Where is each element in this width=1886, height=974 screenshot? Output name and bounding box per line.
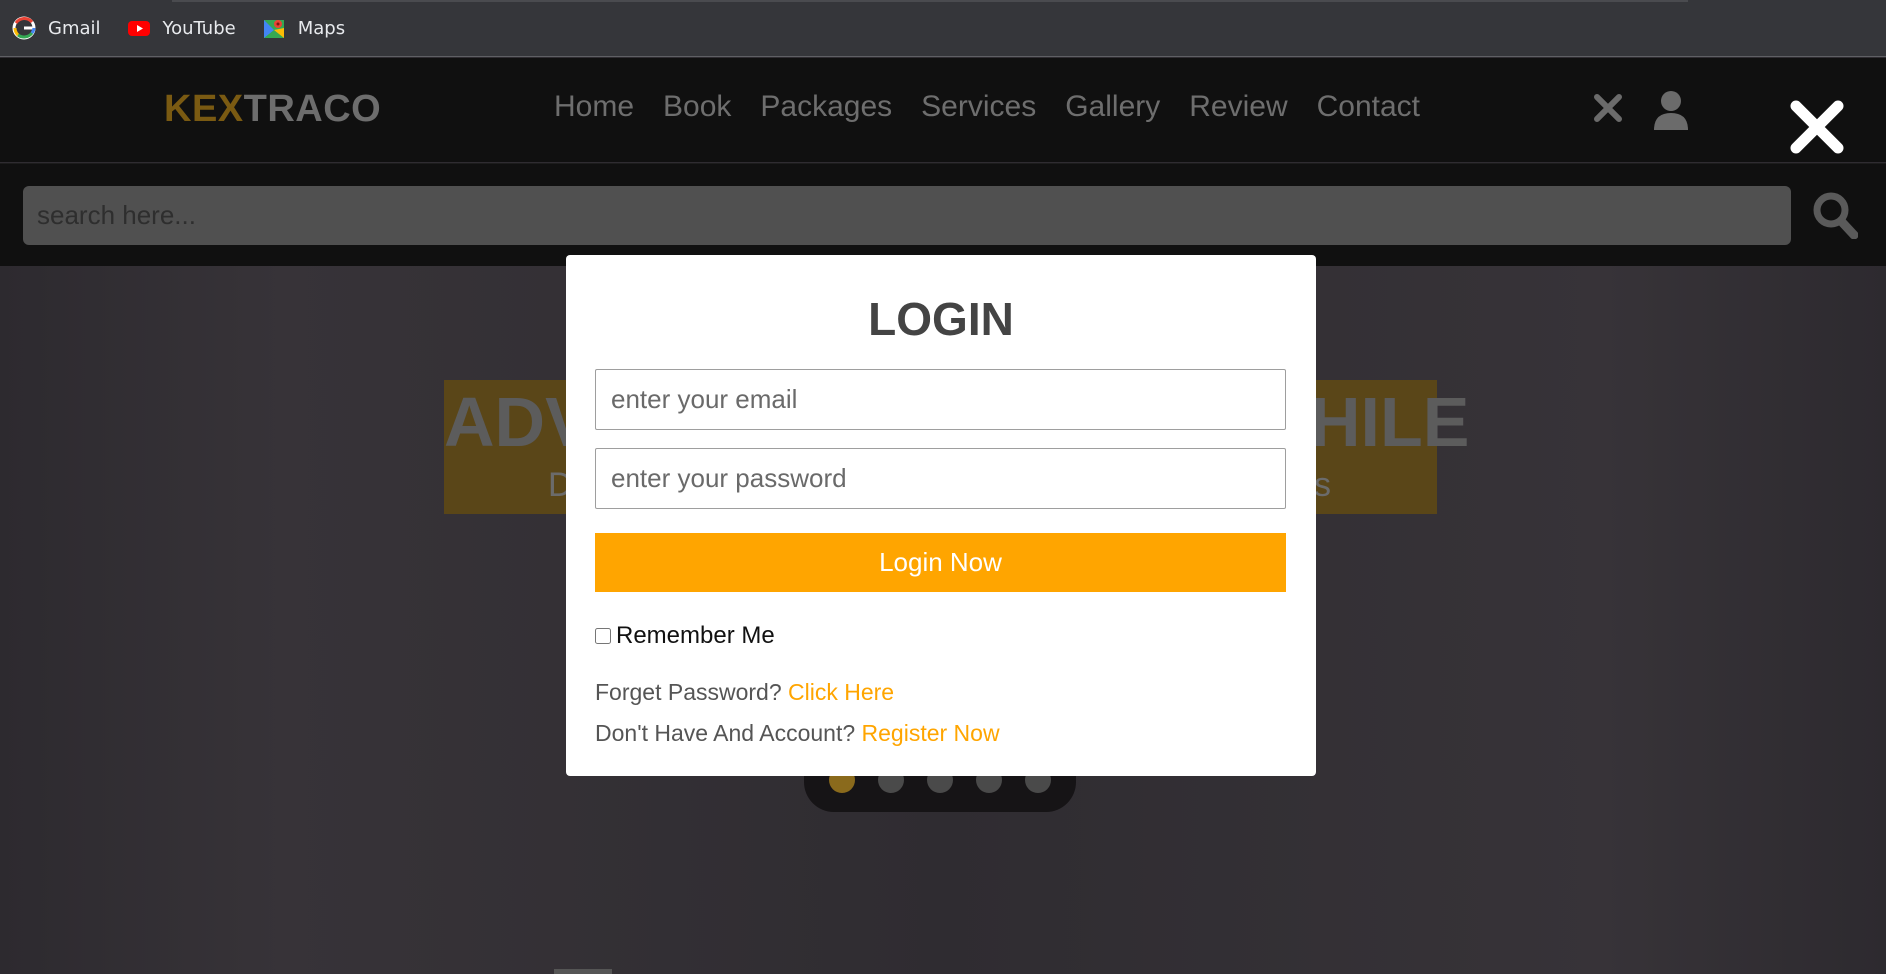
register-link[interactable]: Register Now [862, 720, 1000, 746]
bottom-indicator [554, 969, 612, 974]
logo-accent: KEX [164, 88, 244, 130]
bookmark-label: Gmail [48, 17, 101, 39]
bookmark-gmail[interactable]: Gmail [12, 16, 101, 40]
forget-text: Forget Password? [595, 679, 782, 705]
bookmark-youtube[interactable]: YouTube [127, 16, 236, 40]
youtube-icon [127, 16, 151, 40]
remember-label: Remember Me [616, 622, 775, 649]
bookmark-label: Maps [297, 17, 346, 39]
google-icon [12, 16, 36, 40]
tab-strip-edge [172, 0, 1688, 2]
hero-subtitle-right: s [1314, 466, 1331, 504]
search-close-icon[interactable] [1594, 94, 1622, 127]
site-header: KEXTRACO Home Book Packages Services Gal… [0, 58, 1886, 162]
register-line: Don't Have And Account? Register Now [595, 720, 1000, 747]
close-login-icon[interactable] [1788, 98, 1846, 161]
search-input[interactable] [23, 186, 1791, 245]
password-field[interactable] [595, 448, 1286, 509]
logo-rest: TRACO [243, 88, 382, 130]
nav-services[interactable]: Services [921, 90, 1036, 124]
nav-gallery[interactable]: Gallery [1065, 90, 1160, 124]
login-title: LOGIN [868, 293, 1014, 345]
remember-me[interactable]: Remember Me [595, 622, 775, 650]
main-nav: Home Book Packages Services Gallery Revi… [554, 90, 1449, 124]
site-logo[interactable]: KEXTRACO [164, 88, 381, 131]
hero-title-right: HILE [1310, 383, 1470, 461]
nav-home[interactable]: Home [554, 90, 634, 124]
search-icon[interactable] [1812, 191, 1859, 244]
maps-icon [262, 16, 286, 40]
user-icon[interactable] [1653, 90, 1689, 135]
remember-checkbox[interactable] [595, 628, 611, 644]
bookmark-label: YouTube [162, 17, 236, 39]
bookmarks-bar: Gmail YouTube Maps [0, 0, 1886, 57]
login-button[interactable]: Login Now [595, 533, 1286, 592]
bookmark-maps[interactable]: Maps [262, 16, 345, 40]
nav-book[interactable]: Book [663, 90, 731, 124]
nav-packages[interactable]: Packages [760, 90, 892, 124]
nav-contact[interactable]: Contact [1317, 90, 1420, 124]
login-modal: LOGIN Login Now Remember Me Forget Passw… [566, 255, 1316, 776]
forget-password-line: Forget Password? Click Here [595, 679, 894, 706]
forget-password-link[interactable]: Click Here [788, 679, 894, 705]
email-field[interactable] [595, 369, 1286, 430]
nav-review[interactable]: Review [1189, 90, 1287, 124]
search-bar [0, 163, 1886, 266]
register-text: Don't Have And Account? [595, 720, 856, 746]
